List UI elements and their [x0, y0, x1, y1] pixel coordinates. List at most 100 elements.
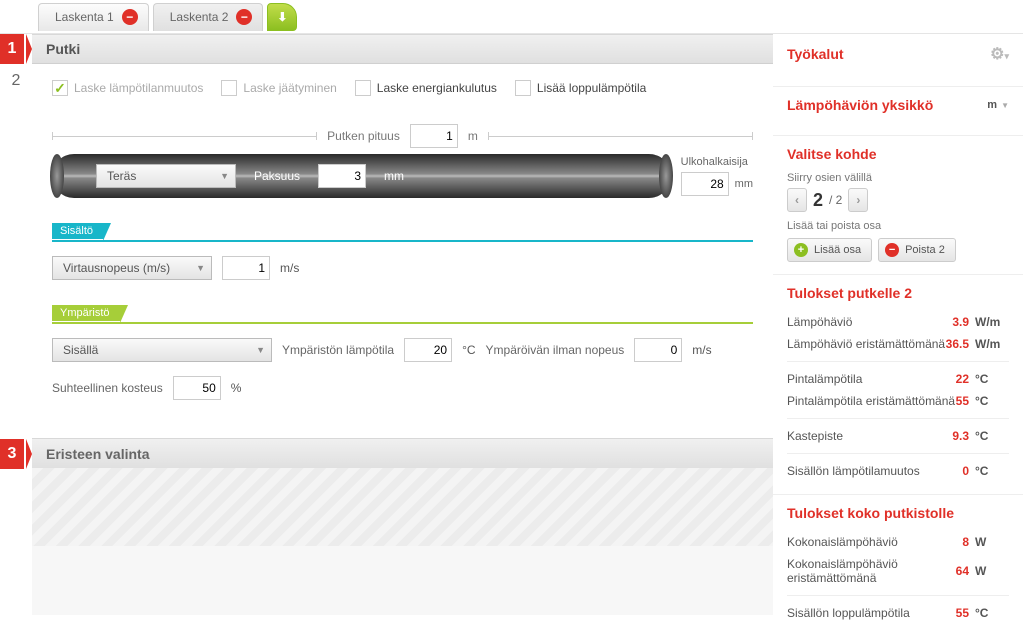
result-row: Sisällön loppulämpötila55°C — [787, 602, 1009, 624]
button-label: Poista 2 — [905, 244, 945, 256]
diameter-unit: mm — [735, 178, 753, 190]
check-label: Laske lämpötilanmuutos — [74, 81, 203, 95]
humidity-input[interactable] — [173, 376, 221, 400]
result-row: Kokonaislämpöhäviö8W — [787, 531, 1009, 553]
flow-row: Virtausnopeus (m/s) m/s — [52, 256, 753, 280]
diameter-label: Ulkohalkaisija — [681, 156, 748, 168]
step-1[interactable]: 1 — [0, 34, 24, 64]
tools-section: Työkalut ⚙▾ — [773, 34, 1023, 87]
section-title: Eristeen valinta — [46, 446, 150, 462]
check-label: Lisää loppulämpötila — [537, 81, 646, 95]
close-icon[interactable]: − — [236, 9, 252, 25]
options-row: Laske lämpötilanmuutos Laske jäätyminen … — [52, 80, 753, 96]
env-row-1: Sisällä Ympäristön lämpötila °C Ympäröiv… — [52, 338, 753, 362]
air-speed-label: Ympäröivän ilman nopeus — [486, 343, 625, 357]
check-end-temp[interactable]: Lisää loppulämpötila — [515, 80, 646, 96]
ruler-line — [52, 136, 317, 137]
gear-icon[interactable]: ⚙▾ — [990, 44, 1009, 64]
flow-mode-select[interactable]: Virtausnopeus (m/s) — [52, 256, 212, 280]
section-pipe-header[interactable]: Putki — [32, 34, 773, 64]
pipe-length-row: Putken pituus m — [52, 124, 753, 148]
addrem-label: Lisää tai poista osa — [787, 220, 1009, 232]
target-section: Valitse kohde Siirry osien välillä ‹ 2 /… — [773, 136, 1023, 275]
unit-section: Lämpöhäviön yksikkö m — [773, 87, 1023, 136]
section-insulation-header[interactable]: 3 Eristeen valinta — [32, 438, 773, 468]
nav-total: / 2 — [829, 193, 842, 207]
length-unit: m — [468, 129, 478, 143]
part-nav: ‹ 2 / 2 › — [787, 188, 1009, 212]
env-temp-unit: °C — [462, 343, 475, 357]
content-band: Sisältö — [52, 222, 753, 242]
material-select[interactable]: Teräs — [96, 164, 236, 188]
close-icon[interactable]: − — [122, 9, 138, 25]
checkbox-icon — [355, 80, 371, 96]
flow-unit: m/s — [280, 261, 299, 275]
result-row: Pintalämpötila eristämättömänä55°C — [787, 390, 1009, 412]
button-label: Lisää osa — [814, 244, 861, 256]
select-value: Virtausnopeus (m/s) — [63, 261, 170, 275]
checkbox-icon — [52, 80, 68, 96]
minus-icon: − — [885, 243, 899, 257]
result-row: Lämpöhäviö3.9W/m — [787, 311, 1009, 333]
prev-button[interactable]: ‹ — [787, 188, 807, 212]
length-label: Putken pituus — [327, 129, 400, 143]
thickness-input[interactable] — [318, 164, 366, 188]
step-3: 3 — [0, 439, 24, 469]
band-label: Sisältö — [52, 223, 103, 239]
check-temp-change[interactable]: Laske lämpötilanmuutos — [52, 80, 203, 96]
result-row: Kokonaislämpöhäviö eristämättömänä64W — [787, 553, 1009, 589]
select-value: Sisällä — [63, 343, 98, 357]
nav-current: 2 — [813, 190, 823, 211]
add-tab-button[interactable]: ⬇ — [267, 3, 297, 31]
results-pipe-section: Tulokset putkelle 2 Lämpöhäviö3.9W/m Läm… — [773, 275, 1023, 495]
tab-calc-2[interactable]: Laskenta 2 − — [153, 3, 264, 31]
checkbox-icon — [221, 80, 237, 96]
plus-icon: + — [794, 243, 808, 257]
env-temp-label: Ympäristön lämpötila — [282, 343, 394, 357]
humidity-unit: % — [231, 381, 242, 395]
unit-select[interactable]: m — [987, 99, 1009, 111]
unit-title: Lämpöhäviön yksikkö — [787, 97, 933, 113]
remove-part-button[interactable]: −Poista 2 — [878, 238, 956, 262]
chevron-right-icon — [26, 34, 32, 64]
tab-label: Laskenta 2 — [170, 10, 229, 24]
location-select[interactable]: Sisällä — [52, 338, 272, 362]
result-row: Kastepiste9.3°C — [787, 425, 1009, 447]
check-label: Laske energiankulutus — [377, 81, 497, 95]
diameter-input[interactable] — [681, 172, 729, 196]
select-value: m — [987, 99, 997, 111]
pipe-graphic: Teräs Paksuus mm — [52, 154, 671, 198]
check-energy[interactable]: Laske energiankulutus — [355, 80, 497, 96]
main-panel: Putki Laske lämpötilanmuutos Laske jääty… — [32, 34, 773, 615]
chevron-right-icon — [26, 439, 32, 469]
step-rail: 1 2 — [0, 34, 32, 615]
results-total-title: Tulokset koko putkistolle — [787, 505, 954, 521]
tab-calc-1[interactable]: Laskenta 1 − — [38, 3, 149, 31]
download-icon: ⬇ — [277, 10, 287, 24]
env-row-2: Suhteellinen kosteus % — [52, 376, 753, 400]
section-title: Putki — [46, 41, 80, 57]
target-title: Valitse kohde — [787, 146, 876, 162]
results-pipe-title: Tulokset putkelle 2 — [787, 285, 912, 301]
section-pipe-body: Laske lämpötilanmuutos Laske jäätyminen … — [32, 64, 773, 438]
hatched-area — [32, 468, 773, 546]
env-temp-input[interactable] — [404, 338, 452, 362]
add-part-button[interactable]: + Lisää osa — [787, 238, 872, 262]
env-band: Ympäristö — [52, 304, 753, 324]
diameter-block: Ulkohalkaisija mm — [681, 156, 753, 196]
check-freezing[interactable]: Laske jäätyminen — [221, 80, 336, 96]
tab-bar: Laskenta 1 − Laskenta 2 − ⬇ — [0, 0, 1023, 34]
thickness-label: Paksuus — [254, 169, 300, 183]
checkbox-icon — [515, 80, 531, 96]
flow-value-input[interactable] — [222, 256, 270, 280]
result-row: Lämpöhäviö eristämättömänä36.5W/m — [787, 333, 1009, 355]
length-input[interactable] — [410, 124, 458, 148]
next-button[interactable]: › — [848, 188, 868, 212]
band-label: Ympäristö — [52, 305, 120, 321]
sidebar: Työkalut ⚙▾ Lämpöhäviön yksikkö m Valits… — [773, 34, 1023, 615]
step-2[interactable]: 2 — [0, 64, 32, 112]
humidity-label: Suhteellinen kosteus — [52, 381, 163, 395]
air-speed-input[interactable] — [634, 338, 682, 362]
check-label: Laske jäätyminen — [243, 81, 336, 95]
select-value: Teräs — [107, 169, 136, 183]
